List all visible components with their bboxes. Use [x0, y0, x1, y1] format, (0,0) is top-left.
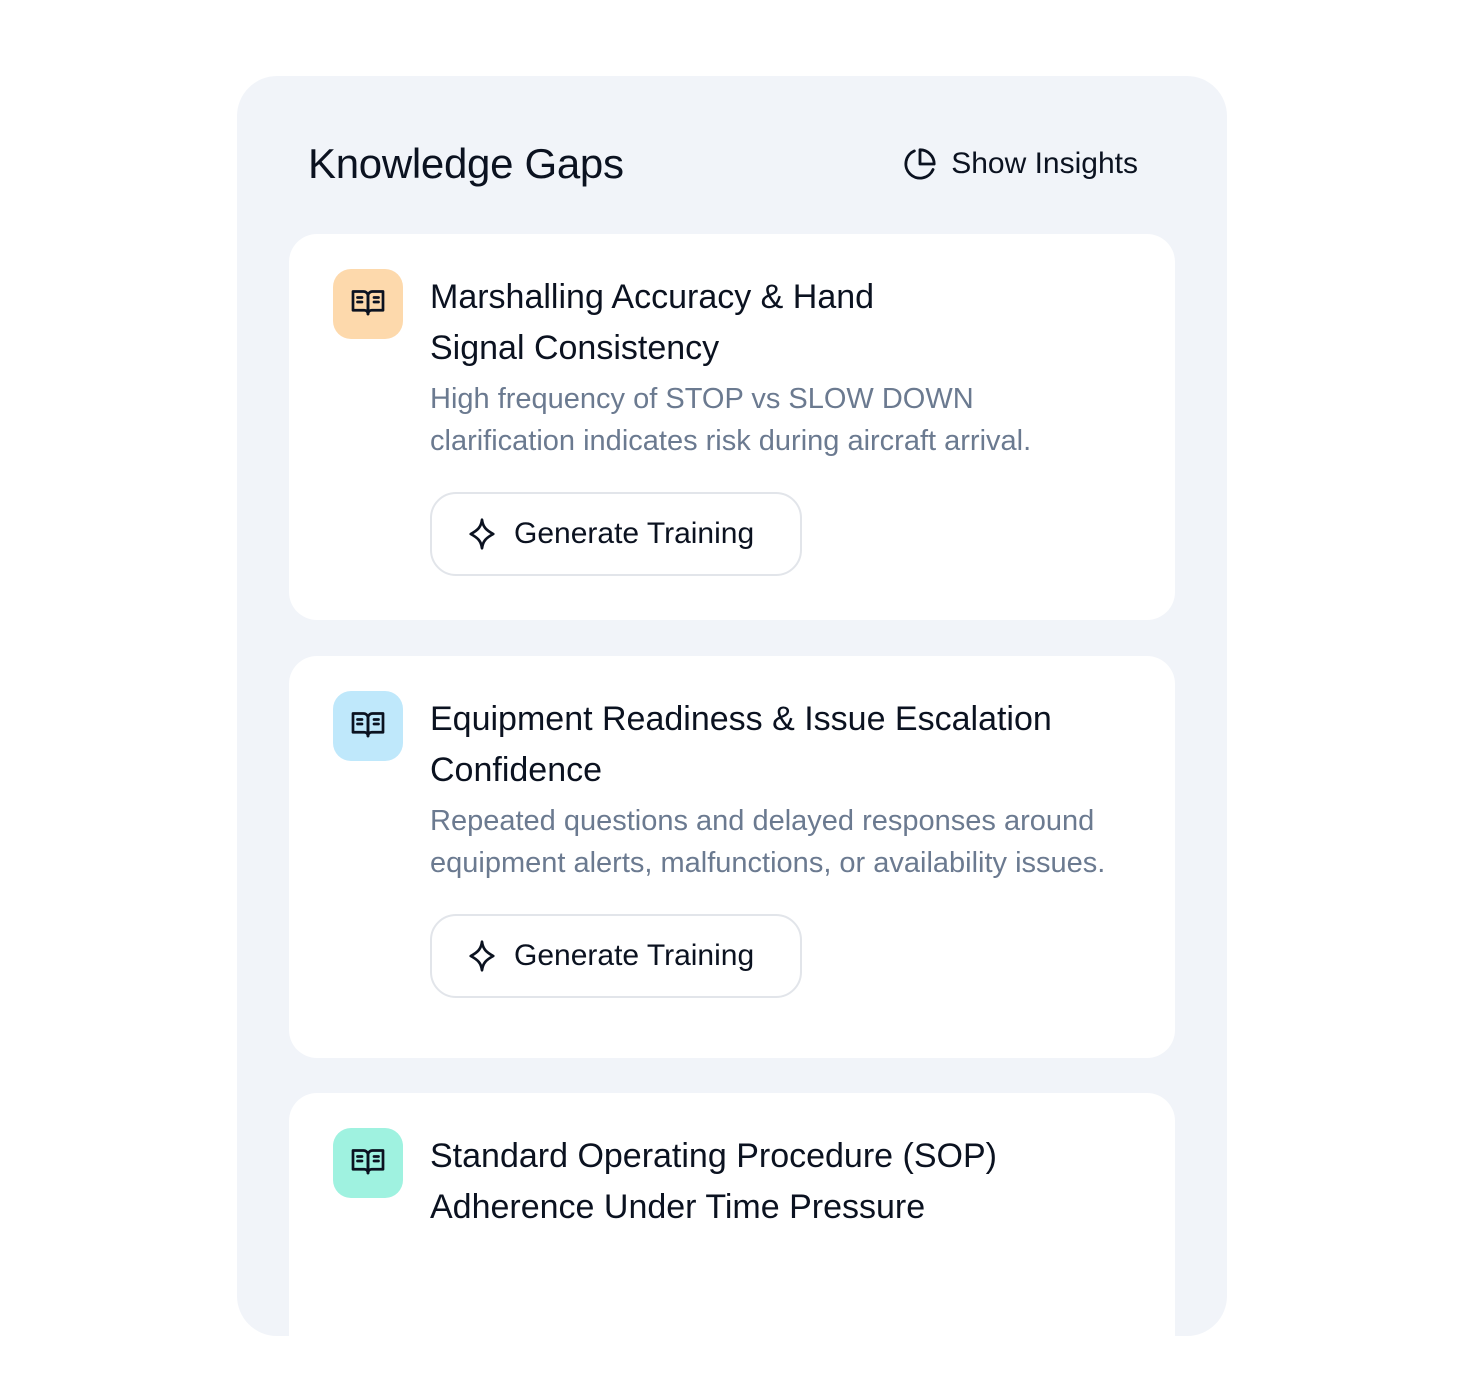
gap-icon-badge — [333, 1128, 403, 1198]
show-insights-button[interactable]: Show Insights — [903, 143, 1138, 185]
knowledge-gaps-panel: Knowledge Gaps Show Insights Marshalling… — [237, 76, 1227, 1393]
sparkle-icon — [464, 516, 500, 552]
book-open-icon — [350, 706, 386, 747]
gap-icon-badge — [333, 269, 403, 339]
sparkle-icon — [464, 938, 500, 974]
panel-title: Knowledge Gaps — [308, 140, 624, 187]
gap-description: High frequency of STOP vs SLOW DOWN clar… — [430, 383, 1032, 457]
gap-icon-badge — [333, 691, 403, 761]
gap-card: Marshalling Accuracy & Hand Signal Consi… — [289, 234, 1175, 620]
show-insights-label: Show Insights — [951, 147, 1138, 180]
pie-chart-icon — [903, 147, 937, 181]
gap-description: Repeated questions and delayed responses… — [430, 805, 1106, 879]
gap-card: Standard Operating Procedure (SOP) Adher… — [289, 1093, 1175, 1393]
gap-title: Marshalling Accuracy & Hand Signal Consi… — [430, 278, 875, 367]
panel-header: Knowledge Gaps Show Insights — [308, 136, 1138, 192]
gap-title: Equipment Readiness & Issue Escalation C… — [430, 700, 1052, 789]
generate-training-button[interactable]: Generate Training — [430, 914, 802, 998]
generate-training-button[interactable]: Generate Training — [430, 492, 802, 576]
generate-training-label: Generate Training — [514, 939, 755, 972]
book-open-icon — [350, 1143, 386, 1184]
gap-title: Standard Operating Procedure (SOP) Adher… — [430, 1137, 997, 1226]
generate-training-label: Generate Training — [514, 517, 755, 550]
gap-card: Equipment Readiness & Issue Escalation C… — [289, 656, 1175, 1058]
book-open-icon — [350, 284, 386, 325]
